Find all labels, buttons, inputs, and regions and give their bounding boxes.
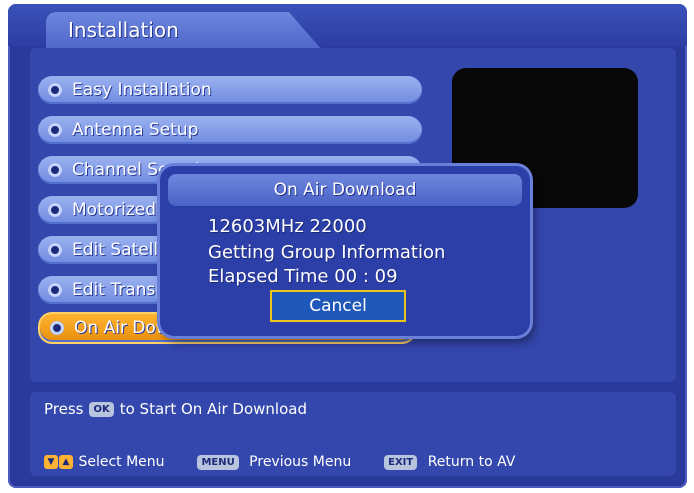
status-text: Getting Group Information [208, 242, 446, 263]
menu-item-label: Motorized [72, 200, 157, 220]
select-menu-hint: Select Menu [78, 454, 165, 470]
cancel-button[interactable]: Cancel [270, 290, 406, 322]
bullet-icon [48, 283, 62, 297]
help-instruction: to Start On Air Download [119, 400, 307, 418]
bullet-icon [48, 123, 62, 137]
bullet-icon [48, 163, 62, 177]
press-label: Press [44, 400, 84, 418]
previous-menu-hint: Previous Menu [249, 454, 352, 470]
exit-key-icon: EXIT [384, 454, 418, 470]
menu-key-icon: MENU [197, 454, 239, 470]
elapsed-time-row: Elapsed Time 00 : 09 [208, 266, 398, 287]
return-av-hint: Return to AV [427, 454, 516, 470]
elapsed-time-value: 00 : 09 [334, 266, 398, 287]
menu-item-easy-installation[interactable]: Easy Installation [38, 76, 422, 104]
bullet-icon [48, 83, 62, 97]
menu-item-antenna-setup[interactable]: Antenna Setup [38, 116, 422, 144]
bullet-icon [48, 203, 62, 217]
help-bar: Press OK to Start On Air Download ▼ ▲ Selec… [30, 392, 676, 476]
dialog-title: On Air Download [273, 180, 417, 200]
ok-key-icon: OK [89, 402, 114, 417]
up-arrow-icon: ▲ [59, 455, 73, 469]
navigation-hints: ▼ ▲ Select Menu MENU Previous Menu EXIT R… [44, 454, 515, 470]
bullet-icon [50, 321, 64, 335]
menu-item-label: Antenna Setup [72, 120, 199, 140]
screen-title: Installation [68, 18, 179, 42]
frequency-text: 12603MHz 22000 [208, 216, 367, 237]
download-dialog: On Air Download 12603MHz 22000 Getting G… [160, 166, 530, 336]
help-text: Press OK to Start On Air Download [44, 400, 307, 418]
elapsed-time-label: Elapsed Time [208, 266, 329, 287]
down-arrow-icon: ▼ [44, 455, 58, 469]
bullet-icon [48, 243, 62, 257]
menu-item-label: Easy Installation [72, 80, 212, 100]
dialog-title-bar: On Air Download [168, 174, 522, 206]
